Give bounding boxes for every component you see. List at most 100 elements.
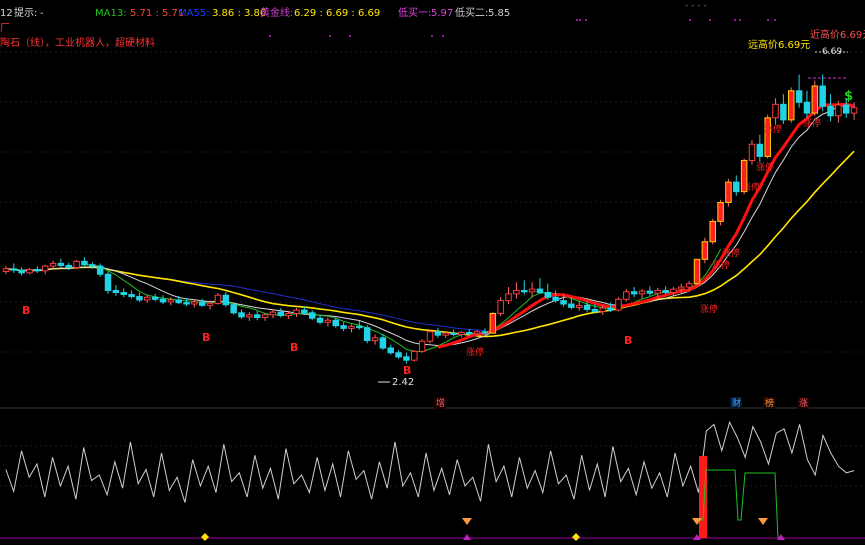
- candle-body: [73, 260, 80, 268]
- buy-marker: B: [403, 364, 411, 377]
- candle-body: [112, 289, 120, 293]
- candle-body: [678, 286, 685, 290]
- candle: [253, 310, 261, 321]
- golden-line-label: 黄金线:: [260, 6, 293, 19]
- candle-body: [426, 331, 434, 342]
- candle-body: [756, 143, 764, 157]
- candle-body: [513, 289, 520, 295]
- candle-body: [104, 273, 112, 291]
- candle-body: [717, 201, 724, 222]
- candle: [733, 175, 740, 196]
- candle-body: [473, 331, 481, 335]
- candle: [780, 94, 787, 124]
- candle: [544, 283, 552, 300]
- candle-body: [466, 331, 473, 335]
- candle: [615, 297, 622, 312]
- candle: [450, 329, 457, 337]
- candle-body: [230, 304, 237, 314]
- candle-body: [630, 291, 638, 295]
- candle: [528, 282, 536, 298]
- candle-body: [238, 312, 245, 318]
- candle: [497, 297, 504, 317]
- near-high-label: 近高价6.69元: [810, 28, 865, 41]
- candle-body: [701, 241, 709, 260]
- candle: [308, 310, 316, 321]
- candle-body: [316, 317, 324, 323]
- hint-label: 提示:: [14, 7, 37, 19]
- candle: [159, 295, 167, 304]
- candle-body: [96, 265, 104, 275]
- candle-body: [709, 220, 716, 243]
- candle-body: [120, 291, 127, 296]
- diamond-marker: [201, 533, 209, 541]
- candle: [411, 350, 418, 362]
- candle: [489, 312, 497, 334]
- candle: [10, 263, 18, 273]
- candle-body: [340, 325, 347, 329]
- candle-body: [348, 325, 355, 329]
- candle: [458, 331, 465, 338]
- candle: [638, 289, 646, 299]
- candle-body: [136, 296, 143, 301]
- candle: [387, 344, 394, 355]
- candle: [756, 134, 764, 162]
- ma13-values: 5.71 : 5.71: [130, 8, 184, 19]
- limit-up-label: 涨停: [742, 181, 760, 193]
- up-triangle-marker: [463, 534, 471, 540]
- candle: [513, 282, 520, 299]
- ma55-values: 3.86 : 3.86: [212, 8, 266, 19]
- candle-body: [803, 101, 811, 114]
- candle-body: [583, 304, 591, 310]
- candle: [73, 260, 80, 269]
- candle-body: [575, 304, 583, 308]
- candle: [136, 292, 143, 302]
- candle: [363, 324, 371, 344]
- candle-body: [607, 307, 614, 311]
- candle: [26, 268, 33, 275]
- candle: [340, 322, 347, 332]
- candle-body: [615, 298, 622, 311]
- candle-body: [214, 294, 222, 304]
- low-buy-1-label: 低买一:: [398, 6, 431, 19]
- candle: [269, 309, 277, 319]
- candle-body: [552, 296, 559, 302]
- candle: [819, 74, 826, 112]
- candle-body: [253, 314, 261, 319]
- candle-body: [835, 104, 842, 117]
- candle-body: [450, 332, 457, 335]
- event-tags: 增 财 榜 涨: [434, 397, 809, 409]
- limit-up-label: 涨停: [722, 247, 740, 259]
- candle: [49, 260, 57, 269]
- candle: [520, 280, 528, 295]
- candle-body: [662, 289, 669, 293]
- candle: [426, 329, 434, 344]
- candle-body: [850, 107, 858, 114]
- candle-body: [144, 296, 151, 301]
- candle-body: [599, 307, 607, 312]
- candle-body: [458, 331, 465, 335]
- period-label: 12: [0, 8, 13, 19]
- candle-body: [772, 103, 779, 119]
- candle-body: [167, 299, 175, 303]
- candle: [57, 258, 65, 268]
- candle-body: [780, 103, 787, 121]
- candle: [81, 257, 88, 267]
- candle: [748, 140, 756, 165]
- limit-up-label: 涨停: [803, 117, 821, 129]
- candle-body: [787, 90, 795, 121]
- limit-up-label: 涨停: [712, 259, 730, 271]
- ma55-label: MA55:: [178, 8, 210, 19]
- low-price-label: 2.42: [392, 377, 414, 388]
- event-tag: 增: [436, 397, 445, 409]
- candle: [18, 267, 25, 276]
- header-legend: 12 提示: - MA13: 5.71 : 5.71 MA55: 3.86 : …: [0, 1, 707, 49]
- dollar-marker: $: [844, 89, 853, 104]
- candle-body: [528, 288, 536, 293]
- candle: [128, 290, 135, 299]
- low-buy-2-label: 低买二:: [455, 6, 488, 19]
- ma13-label: MA13:: [95, 8, 127, 19]
- candlesticks: [2, 74, 858, 364]
- candle-body: [10, 268, 18, 271]
- signal-dots-top: [269, 19, 776, 37]
- candle-body: [418, 340, 426, 352]
